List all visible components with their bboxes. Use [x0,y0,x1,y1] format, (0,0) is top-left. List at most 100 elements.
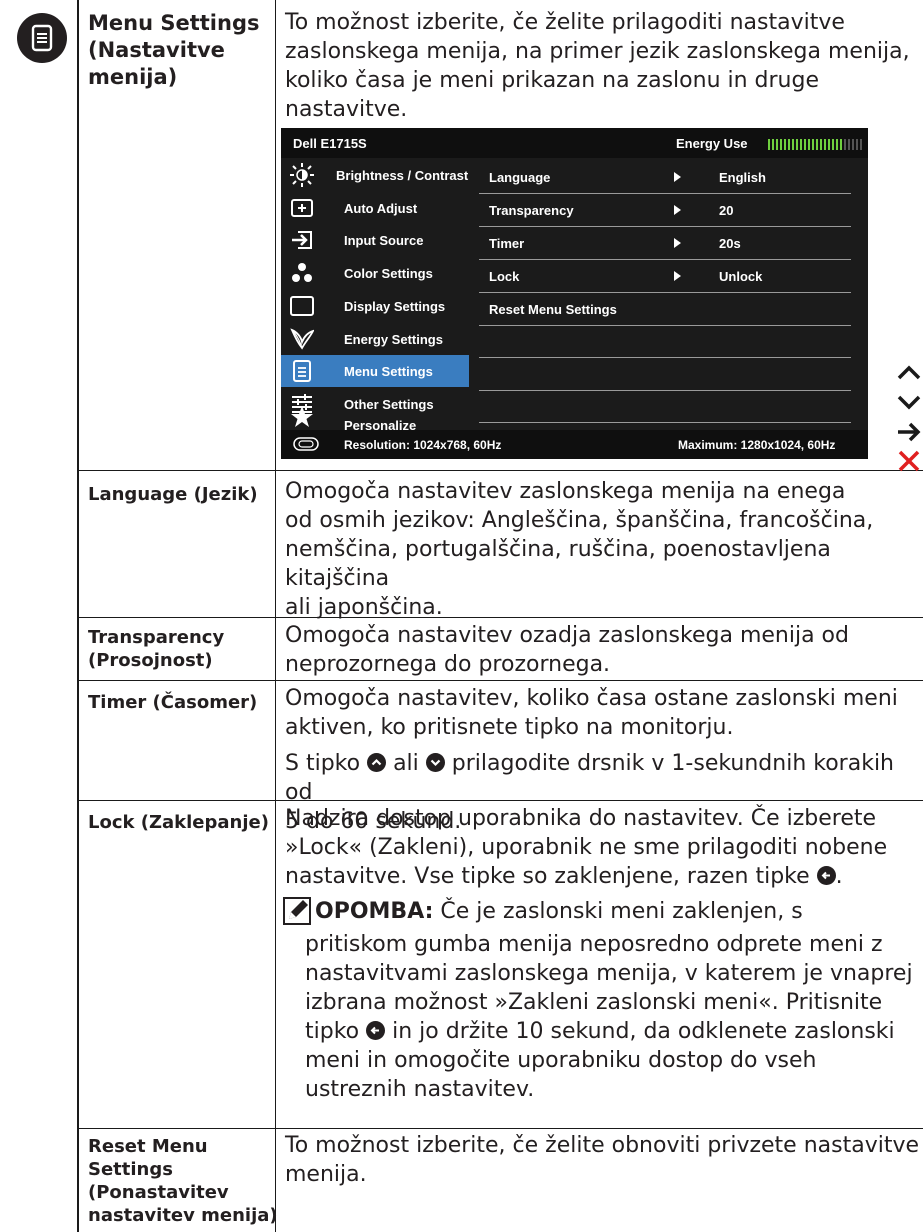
osd-row-key: Language [489,170,551,185]
row-divider [77,470,923,471]
input-source-icon [290,228,314,252]
osd-item-menu-settings[interactable]: Menu Settings [281,355,469,387]
energy-bar [852,139,854,150]
osd-row-language[interactable]: Language English [479,161,851,193]
label-line: Reset Menu [88,1136,208,1157]
osd-row-key: Reset Menu Settings [489,302,617,317]
desc-line: nemščina, portugalščina, ruščina, poenos… [285,537,831,591]
osd-energy-label: Energy Use [676,136,748,151]
brightness-icon [290,163,314,187]
osd-row-value: English [719,170,766,185]
transparency-description: Omogoča nastavitev ozadja zaslonskega me… [285,621,849,679]
desc-line: ali japonščina. [285,595,443,620]
auto-adjust-icon [290,196,314,220]
note-pencil-icon [283,897,313,925]
energy-bar [768,139,770,150]
transparency-label: Transparency (Prosojnost) [88,626,224,672]
display-settings-icon [290,294,314,318]
note-line: pritiskom gumba menija neposredno odpret… [305,932,883,957]
label-line: nastavitev menija) [88,1205,278,1226]
arrow-right-icon [674,205,681,215]
energy-bar [848,139,850,150]
up-button-icon [367,753,387,772]
osd-item-color-settings[interactable]: Color Settings [281,257,469,289]
osd-resolution: Resolution: 1024x768, 60Hz [344,438,502,452]
exit-icon[interactable] [895,447,923,475]
menu-settings-title: Menu Settings (Nastavitve menija) [88,10,259,91]
lock-label: Lock (Zaklepanje) [88,812,269,833]
energy-bar [816,139,818,150]
energy-meter [768,137,864,150]
desc-line: nastavitve. [285,97,408,122]
arrow-right-icon [674,271,681,281]
text-fragment: . [835,864,843,889]
text-fragment: nastavitve. Vse tipke so zaklenjene, raz… [285,864,817,889]
osd-row-lock[interactable]: Lock Unlock [479,260,851,292]
label-line: Transparency [88,627,225,648]
color-settings-icon [290,261,314,285]
energy-bar [784,139,786,150]
label-line: (Ponastavitev [88,1182,229,1203]
row-divider [77,680,923,681]
osd-separator [479,422,851,423]
note-line: izbrana možnost »Zakleni zaslonski meni«… [305,990,883,1015]
osd-item-label: Energy Settings [344,332,443,347]
desc-line: Omogoča nastavitev zaslonskega menija na… [285,479,846,504]
desc-line: Omogoča nastavitev, koliko časa ostane z… [285,686,898,711]
up-icon[interactable] [895,359,923,387]
desc-line: koliko časa je meni prikazan na zaslonu … [285,68,820,93]
osd-item-energy-settings[interactable]: Energy Settings [281,323,469,355]
osd-row-transparency[interactable]: Transparency 20 [479,194,851,226]
osd-item-input-source[interactable]: Input Source [281,224,469,256]
title-line: menija) [88,65,178,89]
desc-line: Nadzira dostop uporabnika do nastavitev.… [285,806,877,831]
enter-icon[interactable] [895,418,923,446]
desc-line: od osmih jezikov: Angleščina, španščina,… [285,508,874,533]
lock-description: Nadzira dostop uporabnika do nastavitev.… [285,804,887,891]
menu-settings-icon [17,13,67,63]
row-divider [77,1128,923,1129]
energy-bar [828,139,830,150]
note-line: meni in omogočite uporabniku dostop do v… [305,1048,817,1073]
label-line: (Prosojnost) [88,650,213,671]
osd-header: Dell E1715S Energy Use [281,128,868,158]
osd-separator [479,390,851,391]
osd-item-display-settings[interactable]: Display Settings [281,290,469,322]
note-line: ustreznih nastavitev. [305,1077,535,1102]
language-label: Language (Jezik) [88,484,258,505]
title-line: (Nastavitve [88,38,225,62]
osd-item-label: Input Source [344,233,424,248]
energy-bar [812,139,814,150]
energy-bar [804,139,806,150]
timer-label: Timer (Časomer) [88,692,258,713]
table-border [77,0,79,1232]
energy-bar [840,139,842,150]
menu-settings-icon [290,359,314,383]
down-button-icon [425,753,445,772]
down-icon[interactable] [895,388,923,416]
osd-item-auto-adjust[interactable]: Auto Adjust [281,192,469,224]
energy-bar [856,139,858,150]
osd-separator [479,357,851,358]
reset-description: To možnost izberite, če želite obnoviti … [285,1131,919,1189]
osd-footer: Resolution: 1024x768, 60Hz Maximum: 1280… [281,430,868,459]
back-button-icon [816,866,836,885]
text-fragment: S tipko [285,751,368,776]
energy-bar [796,139,798,150]
text-fragment: tipko [305,1019,367,1044]
energy-bar [800,139,802,150]
osd-row-reset[interactable]: Reset Menu Settings [479,293,851,325]
energy-bar [860,139,862,150]
osd-row-key: Transparency [489,203,574,218]
osd-item-label: Brightness / Contrast [336,168,469,183]
note-first-line: OPOMBA: Če je zaslonski meni zaklenjen, … [315,897,803,926]
text-fragment: ali [386,751,426,776]
osd-item-brightness[interactable]: Brightness / Contrast [281,159,469,191]
timer-slider-line: S tipko ali prilagodite drsnik v 1-sekun… [285,749,923,807]
osd-row-value: Unlock [719,269,763,284]
energy-bar [808,139,810,150]
osd-row-timer[interactable]: Timer 20s [479,227,851,259]
desc-line: To možnost izberite, če želite obnoviti … [285,1133,920,1158]
star-icon [290,405,314,429]
desc-line: To možnost izberite, če želite prilagodi… [285,10,845,35]
